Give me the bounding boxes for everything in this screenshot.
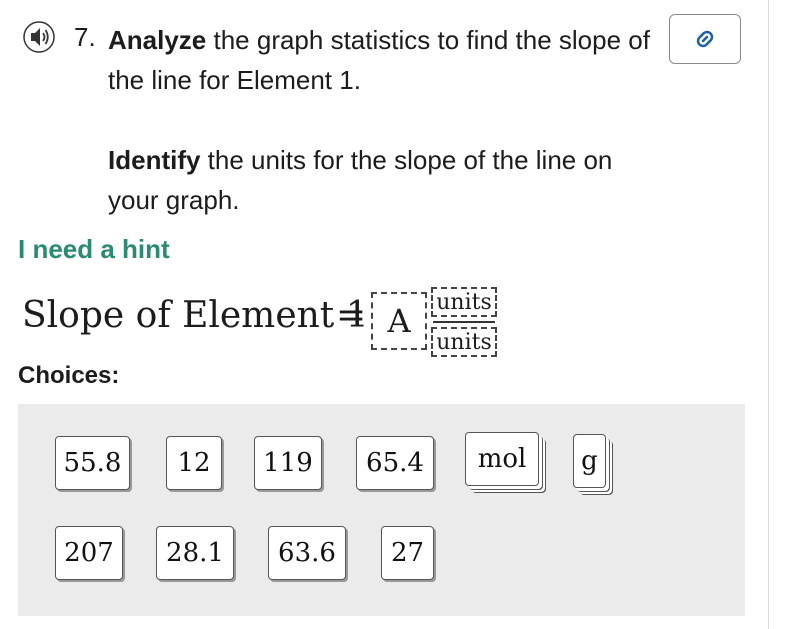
value-drop-box[interactable]: A [371, 292, 427, 350]
speaker-icon [23, 21, 55, 53]
denominator-unit-box[interactable]: units [431, 327, 497, 357]
choice-tile[interactable]: 27 [381, 526, 434, 580]
choice-tile[interactable]: 28.1 [156, 526, 234, 580]
choices-label: Choices: [18, 362, 120, 389]
fraction-bar [433, 321, 495, 323]
link-button[interactable] [669, 14, 741, 64]
choice-tile-unit[interactable]: mol [465, 432, 539, 486]
right-divider [768, 0, 769, 629]
hint-link[interactable]: I need a hint [18, 232, 170, 266]
slope-label: Slope of Element 1 [22, 295, 369, 336]
audio-button[interactable] [22, 20, 60, 54]
choice-tile[interactable]: 65.4 [356, 436, 434, 490]
question-text: Analyze the graph statistics to find the… [108, 20, 658, 100]
subtext-bold-lead: Identify [108, 145, 201, 175]
link-icon [696, 30, 714, 48]
choice-tile[interactable]: 55.8 [55, 436, 130, 490]
question-subtext: Identify the units for the slope of the … [108, 140, 668, 220]
question-bold-lead: Analyze [108, 25, 207, 55]
numerator-unit-box[interactable]: units [431, 287, 497, 317]
equals-sign: = [336, 295, 367, 336]
choice-tile[interactable]: 12 [166, 436, 222, 490]
choice-tile[interactable]: 207 [55, 526, 123, 580]
choice-tile-unit[interactable]: g [573, 434, 606, 488]
choice-tile[interactable]: 119 [254, 436, 322, 490]
choice-tile[interactable]: 63.6 [268, 526, 346, 580]
question-number: 7. [74, 22, 96, 52]
